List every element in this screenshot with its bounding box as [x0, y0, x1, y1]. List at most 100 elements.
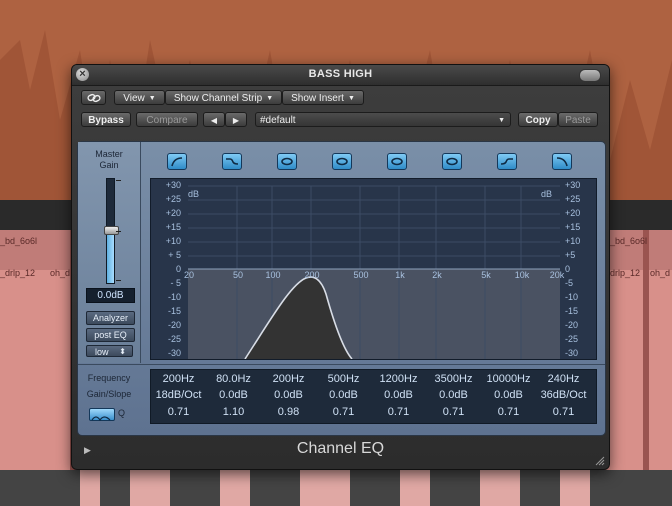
plugin-window: × BASS HIGH View ▼ Show Channel Strip ▼ Sh… — [71, 64, 610, 470]
band-q-value[interactable]: 0.71 — [481, 406, 536, 418]
db-label: dB — [541, 189, 553, 199]
master-gain-value[interactable]: 0.0dB — [86, 288, 135, 303]
band-frequency-value[interactable]: 3500Hz — [426, 373, 481, 385]
peak-icon — [446, 157, 458, 166]
band-gain-value[interactable]: 18dB/Oct — [151, 389, 206, 401]
peak-icon — [281, 157, 293, 166]
insert-label: Show Insert — [291, 93, 344, 104]
band-q-value[interactable]: 0.71 — [426, 406, 481, 418]
q-couple-button[interactable] — [89, 408, 115, 422]
frequency-row-label: Frequency — [87, 373, 131, 383]
band-q-value[interactable]: 0.71 — [316, 406, 371, 418]
band-values-table: 200Hz 18dB/Oct 0.71 80.0Hz 0.0dB 1.10 200Hz 0.0… — [150, 369, 597, 424]
band-frequency-value[interactable]: 10000Hz — [481, 373, 536, 385]
db-tick-left: +30 — [165, 180, 181, 190]
db-tick-right: +30 — [565, 180, 581, 190]
band-frequency-value[interactable]: 500Hz — [316, 373, 371, 385]
title-bar[interactable]: × BASS HIGH — [72, 65, 609, 86]
master-gain-slider[interactable] — [104, 178, 119, 284]
band-gain-value[interactable]: 36dB/Oct — [536, 389, 591, 401]
bypass-button[interactable]: Bypass — [81, 112, 131, 127]
plugin-name: Channel EQ — [296, 440, 385, 457]
band-q-value[interactable]: 0.98 — [261, 406, 316, 418]
band-8-high-cut-button[interactable] — [552, 153, 572, 170]
slider-tick — [116, 180, 121, 181]
freq-tick: 20k — [549, 270, 565, 280]
band-frequency-value[interactable]: 1200Hz — [371, 373, 426, 385]
band-2-low-shelf-button[interactable] — [222, 153, 242, 170]
peak-icon — [391, 157, 403, 166]
band-7-high-shelf-button[interactable] — [497, 153, 517, 170]
band-q-value[interactable]: 0.71 — [371, 406, 426, 418]
band-6-peak-button[interactable] — [442, 153, 462, 170]
freq-tick: 5k — [481, 270, 491, 280]
band-q-value[interactable]: 1.10 — [206, 406, 261, 418]
high-cut-icon — [556, 157, 568, 167]
db-tick-left: +10 — [165, 236, 181, 246]
band-frequency-value[interactable]: 80.0Hz — [206, 373, 261, 385]
band-frequency-value[interactable]: 200Hz — [261, 373, 316, 385]
previous-preset-button[interactable]: ◀ — [203, 112, 225, 127]
db-tick-right: +5 — [565, 250, 576, 260]
band-gain-value[interactable]: 0.0dB — [316, 389, 371, 401]
paste-button[interactable]: Paste — [558, 112, 598, 127]
q-couple-icon — [91, 416, 111, 422]
analyzer-resolution-menu[interactable]: low ⬍ — [86, 345, 133, 357]
band-1-low-cut-button[interactable] — [167, 153, 187, 170]
peak-icon — [336, 157, 348, 166]
plugin-footer: ▶ Channel EQ — [72, 437, 609, 469]
band-gain-value[interactable]: 0.0dB — [481, 389, 536, 401]
db-tick-right: -30 — [565, 348, 579, 358]
freq-tick: 200 — [304, 270, 320, 280]
show-channel-strip-menu[interactable]: Show Channel Strip ▼ — [165, 90, 282, 105]
db-tick-right: -15 — [565, 306, 579, 316]
compare-button[interactable]: Compare — [136, 112, 198, 127]
master-gain-label-line1: Master — [95, 149, 123, 159]
chevron-updown-icon: ⬍ — [119, 347, 126, 356]
show-insert-menu[interactable]: Show Insert ▼ — [282, 90, 364, 105]
chevron-down-icon: ▼ — [148, 95, 156, 102]
view-menu-label: View — [123, 93, 145, 104]
freq-tick: 100 — [265, 270, 281, 280]
band-q-value[interactable]: 0.71 — [151, 406, 206, 418]
db-tick-left: +25 — [165, 194, 181, 204]
link-button[interactable] — [81, 90, 106, 105]
band-frequency-value[interactable]: 240Hz — [536, 373, 591, 385]
zoom-button[interactable] — [579, 69, 601, 82]
eq-graph-canvas — [188, 185, 560, 359]
band-parameters: Frequency Gain/Slope Q 200Hz 18dB/Oct 0.71… — [78, 364, 605, 436]
db-tick-right: +15 — [565, 222, 581, 232]
band-gain-value[interactable]: 0.0dB — [261, 389, 316, 401]
chevron-down-icon: ▼ — [347, 95, 355, 102]
band-q-value[interactable]: 0.71 — [536, 406, 591, 418]
band-4-peak-button[interactable] — [332, 153, 352, 170]
band-5-peak-button[interactable] — [387, 153, 407, 170]
band-gain-value[interactable]: 0.0dB — [206, 389, 261, 401]
db-tick-left: +15 — [165, 222, 181, 232]
post-eq-button[interactable]: post EQ — [86, 328, 135, 342]
region-label: oh_d — [650, 268, 671, 278]
band-frequency-value[interactable]: 200Hz — [151, 373, 206, 385]
eq-graph[interactable]: dB dB +30 +25 +20 +15 +10 + 5 0 - 5 -10 -15 -20 -25… — [150, 178, 597, 360]
db-tick-right: -25 — [565, 334, 579, 344]
gain-slope-row-label: Gain/Slope — [86, 389, 132, 399]
master-gain-column: Master Gain 0.0dB Analyzer post EQ low ⬍ — [78, 142, 141, 363]
copy-button[interactable]: Copy — [518, 112, 558, 127]
freq-tick: 20 — [183, 270, 194, 280]
band-gain-value[interactable]: 0.0dB — [371, 389, 426, 401]
master-gain-fill — [107, 231, 114, 283]
band-3-peak-button[interactable] — [277, 153, 297, 170]
channel-strip-label: Show Channel Strip — [173, 93, 263, 104]
analyzer-button[interactable]: Analyzer — [86, 311, 135, 325]
db-tick-left: -25 — [167, 334, 181, 344]
db-tick-right: +10 — [565, 236, 581, 246]
db-tick-left: -30 — [167, 348, 181, 358]
db-tick-left: + 5 — [168, 250, 181, 260]
resize-grip-icon[interactable] — [595, 456, 605, 466]
band-gain-value[interactable]: 0.0dB — [426, 389, 481, 401]
next-preset-button[interactable]: ▶ — [225, 112, 247, 127]
chevron-down-icon: ▼ — [498, 117, 505, 124]
view-menu[interactable]: View ▼ — [114, 90, 165, 105]
db-tick-right: +25 — [565, 194, 581, 204]
preset-menu[interactable]: #default ▼ — [255, 112, 511, 127]
